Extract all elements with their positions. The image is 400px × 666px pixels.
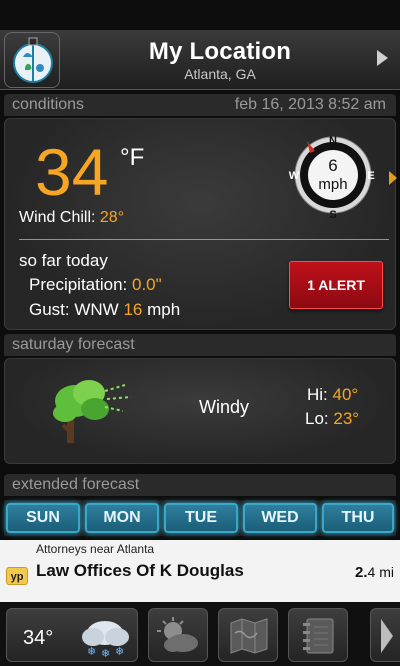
- divider: [19, 239, 389, 240]
- compass-w: W: [289, 170, 300, 182]
- day-tab-mon[interactable]: MON: [85, 503, 159, 533]
- temperature-unit: °F: [120, 144, 145, 171]
- snow-cloud-icon: ❄ ❄ ❄: [77, 615, 133, 664]
- current-weather-button[interactable]: 34° ❄ ❄ ❄: [6, 608, 138, 662]
- saturday-bar: saturday forecast: [4, 334, 396, 356]
- alert-button[interactable]: 1 ALERT: [289, 261, 383, 309]
- ad-banner[interactable]: Attorneys near Atlanta yp Law Offices Of…: [0, 540, 400, 602]
- location-subtitle: Atlanta, GA: [184, 66, 256, 82]
- app-logo-icon[interactable]: [4, 32, 60, 88]
- toolbar-temperature: 34°: [23, 627, 54, 649]
- saturday-panel[interactable]: Windy Hi: 40° Lo: 23°: [4, 358, 396, 464]
- notebook-button[interactable]: [288, 608, 348, 662]
- partly-cloudy-icon: [155, 615, 201, 660]
- svg-text:❄: ❄: [115, 645, 124, 658]
- location-title: My Location: [148, 38, 292, 65]
- ad-title[interactable]: Law Offices Of K Douglas: [36, 561, 244, 581]
- saturday-high: Hi: 40°: [307, 385, 359, 404]
- chevron-right-icon: [379, 617, 395, 660]
- extended-bar: extended forecast: [4, 474, 396, 496]
- compass-e: E: [367, 170, 374, 182]
- yp-logo-icon: yp: [6, 567, 28, 585]
- day-tab-thu[interactable]: THU: [322, 503, 394, 533]
- saturday-low: Lo: 23°: [305, 409, 360, 428]
- more-button[interactable]: [370, 608, 400, 662]
- conditions-label: conditions: [12, 96, 85, 113]
- day-tab-sun[interactable]: SUN: [6, 503, 80, 533]
- conditions-datetime: feb 16, 2013 8:52 am: [234, 96, 386, 113]
- day-tab-tue[interactable]: TUE: [164, 503, 238, 533]
- conditions-bar: conditions feb 16, 2013 8:52 am: [4, 94, 396, 116]
- gust: Gust: WNW 16 mph: [29, 300, 181, 319]
- saturday-label: saturday forecast: [12, 336, 135, 353]
- extended-label: extended forecast: [12, 476, 140, 493]
- windy-tree-icon: [49, 367, 139, 456]
- svg-text:❄: ❄: [87, 645, 96, 658]
- wind-compass[interactable]: N E S W 6 mph: [287, 129, 379, 221]
- compass-n: N: [329, 135, 337, 147]
- ad-distance: 2.4 mi: [355, 564, 394, 581]
- extended-day-tabs: SUN MON TUE WED THU: [4, 500, 396, 536]
- chevron-right-icon[interactable]: [377, 50, 388, 66]
- ad-subtitle: Attorneys near Atlanta: [36, 542, 155, 556]
- day-tab-wed[interactable]: WED: [243, 503, 317, 533]
- conditions-panel[interactable]: 34 °F Wind Chill: 28° N E S W 6 mph so f…: [4, 118, 397, 330]
- wind-chill: Wind Chill: 28°: [19, 209, 125, 226]
- map-button[interactable]: [218, 608, 278, 662]
- today-heading: so far today: [19, 251, 108, 270]
- wind-unit: mph: [318, 176, 347, 193]
- map-icon: [229, 617, 269, 660]
- bottom-toolbar: 34° ❄ ❄ ❄: [0, 602, 400, 666]
- wind-speed: 6: [328, 156, 337, 175]
- svg-text:❄: ❄: [101, 647, 110, 659]
- forecast-button[interactable]: [148, 608, 208, 662]
- saturday-condition: Windy: [199, 397, 250, 417]
- notebook-icon: [301, 617, 337, 660]
- compass-s: S: [329, 209, 336, 221]
- location-header[interactable]: My Location Atlanta, GA: [0, 30, 400, 90]
- precipitation: Precipitation: 0.0": [29, 275, 162, 294]
- current-temperature: 34: [35, 135, 109, 209]
- chevron-right-icon[interactable]: [389, 171, 397, 185]
